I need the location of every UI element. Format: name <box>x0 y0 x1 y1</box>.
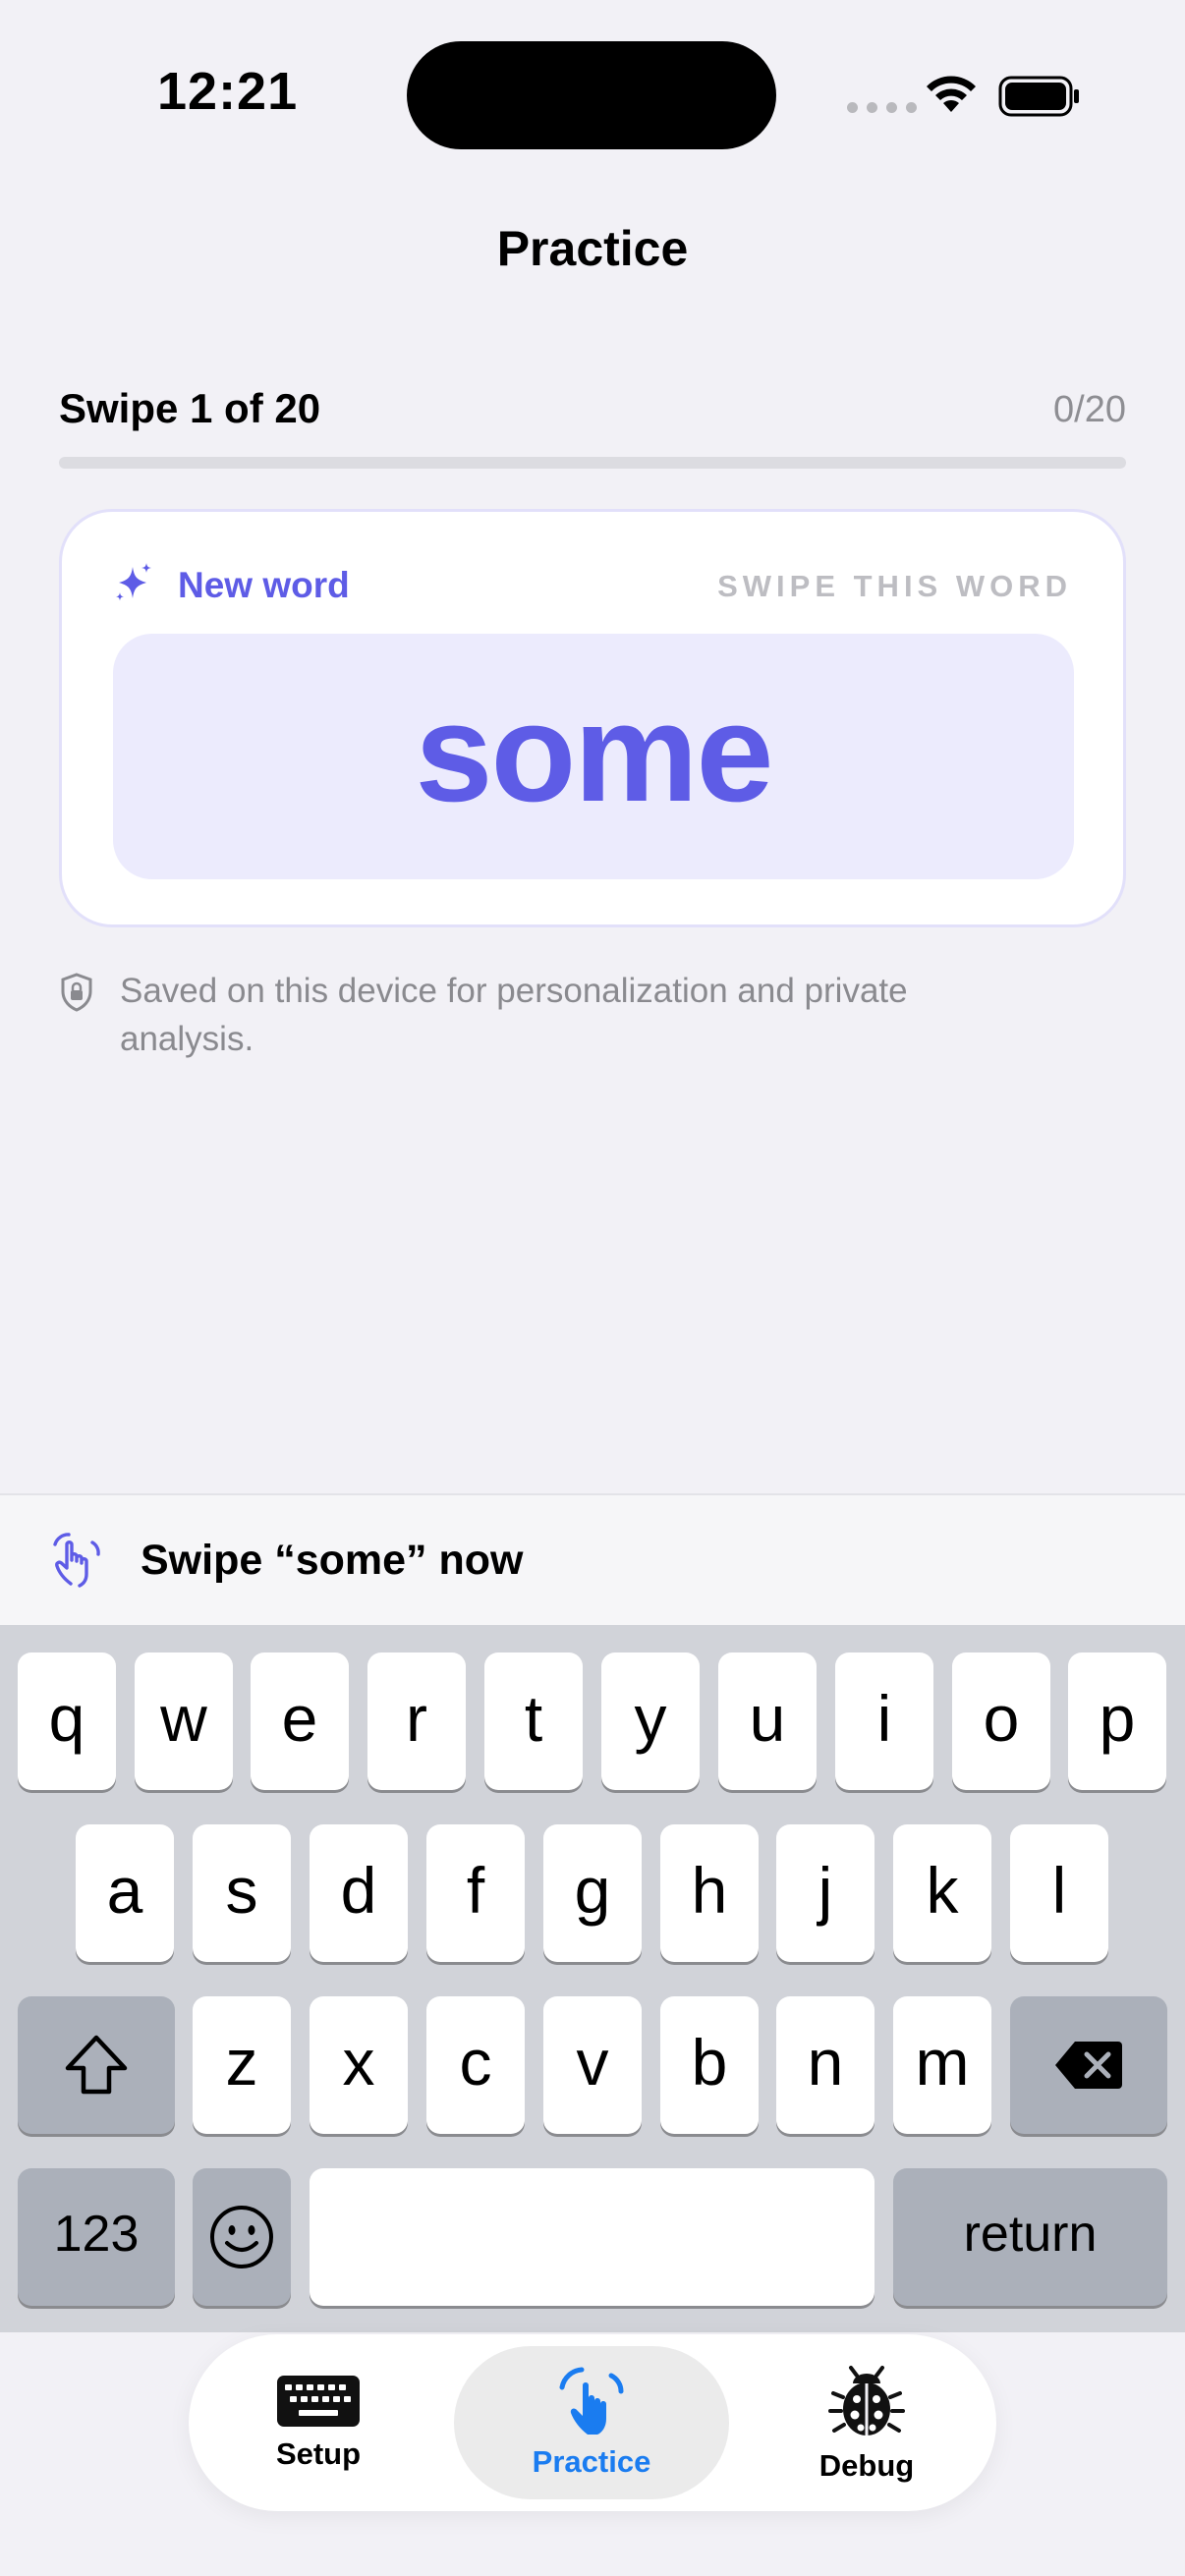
keyboard: q w e r t y u i o p a s d f g h j k l z … <box>0 1625 1185 2332</box>
key-k[interactable]: k <box>893 1824 991 1962</box>
key-q[interactable]: q <box>18 1652 116 1790</box>
tab-label-setup: Setup <box>275 2436 362 2471</box>
target-word: some <box>415 675 774 831</box>
hand-swipe-icon <box>53 1533 100 1588</box>
key-r[interactable]: r <box>367 1652 466 1790</box>
key-w[interactable]: w <box>135 1652 233 1790</box>
key-y[interactable]: y <box>601 1652 700 1790</box>
key-a[interactable]: a <box>76 1824 174 1962</box>
privacy-note: Saved on this device for personalization… <box>120 972 908 1058</box>
tab-debug[interactable]: Debug <box>778 2334 955 2511</box>
tab-setup[interactable]: Setup <box>230 2334 407 2511</box>
ladybug-icon <box>828 2366 905 2436</box>
tab-label-practice: Practice <box>532 2444 651 2479</box>
keyboard-icon <box>277 2376 360 2427</box>
battery-icon <box>998 76 1079 117</box>
key-d[interactable]: d <box>310 1824 408 1962</box>
page-title: Practice <box>496 221 689 276</box>
progress-label: Swipe 1 of 20 <box>59 385 321 431</box>
swipe-prompt-text: Swipe “some” now <box>141 1537 524 1584</box>
swipe-hint-label: SWIPE THIS WORD <box>717 569 1072 603</box>
key-b[interactable]: b <box>660 1996 759 2134</box>
numbers-key[interactable]: 123 <box>18 2168 175 2306</box>
key-v[interactable]: v <box>543 1996 642 2134</box>
key-h[interactable]: h <box>660 1824 759 1962</box>
sparkles-icon <box>116 563 151 601</box>
tab-practice[interactable]: Practice <box>454 2346 729 2499</box>
key-j[interactable]: j <box>776 1824 875 1962</box>
key-z[interactable]: z <box>193 1996 291 2134</box>
key-e[interactable]: e <box>251 1652 349 1790</box>
status-time: 12:21 <box>157 62 299 121</box>
tab-bar: Setup Practice Debug <box>189 2334 996 2511</box>
new-word-badge: New word <box>178 565 350 605</box>
emoji-face-icon <box>210 2206 273 2268</box>
word-card: New word SWIPE THIS WORD some <box>59 509 1126 927</box>
delete-key[interactable] <box>1010 1996 1167 2134</box>
target-word-box: some <box>113 634 1074 879</box>
dynamic-island <box>407 41 776 149</box>
wifi-icon <box>927 76 976 112</box>
key-x[interactable]: x <box>310 1996 408 2134</box>
shift-key[interactable] <box>18 1996 175 2134</box>
tab-label-debug: Debug <box>818 2448 915 2483</box>
key-o[interactable]: o <box>952 1652 1050 1790</box>
key-f[interactable]: f <box>426 1824 525 1962</box>
key-t[interactable]: t <box>484 1652 583 1790</box>
space-key[interactable] <box>310 2168 875 2306</box>
key-u[interactable]: u <box>718 1652 817 1790</box>
key-p[interactable]: p <box>1068 1652 1166 1790</box>
return-key[interactable]: return <box>893 2168 1167 2306</box>
hand-swipe-icon <box>559 2367 624 2435</box>
key-n[interactable]: n <box>776 1996 875 2134</box>
lock-shield-icon <box>61 973 92 1012</box>
key-i[interactable]: i <box>835 1652 933 1790</box>
key-c[interactable]: c <box>426 1996 525 2134</box>
swipe-prompt-bar: Swipe “some” now <box>0 1493 1185 1625</box>
cellular-signal-icon <box>847 102 917 113</box>
key-g[interactable]: g <box>543 1824 642 1962</box>
key-l[interactable]: l <box>1010 1824 1108 1962</box>
key-s[interactable]: s <box>193 1824 291 1962</box>
progress-bar <box>59 457 1126 469</box>
shift-arrow-icon <box>65 2035 128 2095</box>
progress-count: 0/20 <box>1053 389 1126 430</box>
delete-backspace-icon <box>1055 2042 1122 2089</box>
emoji-key[interactable] <box>193 2168 291 2306</box>
key-m[interactable]: m <box>893 1996 991 2134</box>
